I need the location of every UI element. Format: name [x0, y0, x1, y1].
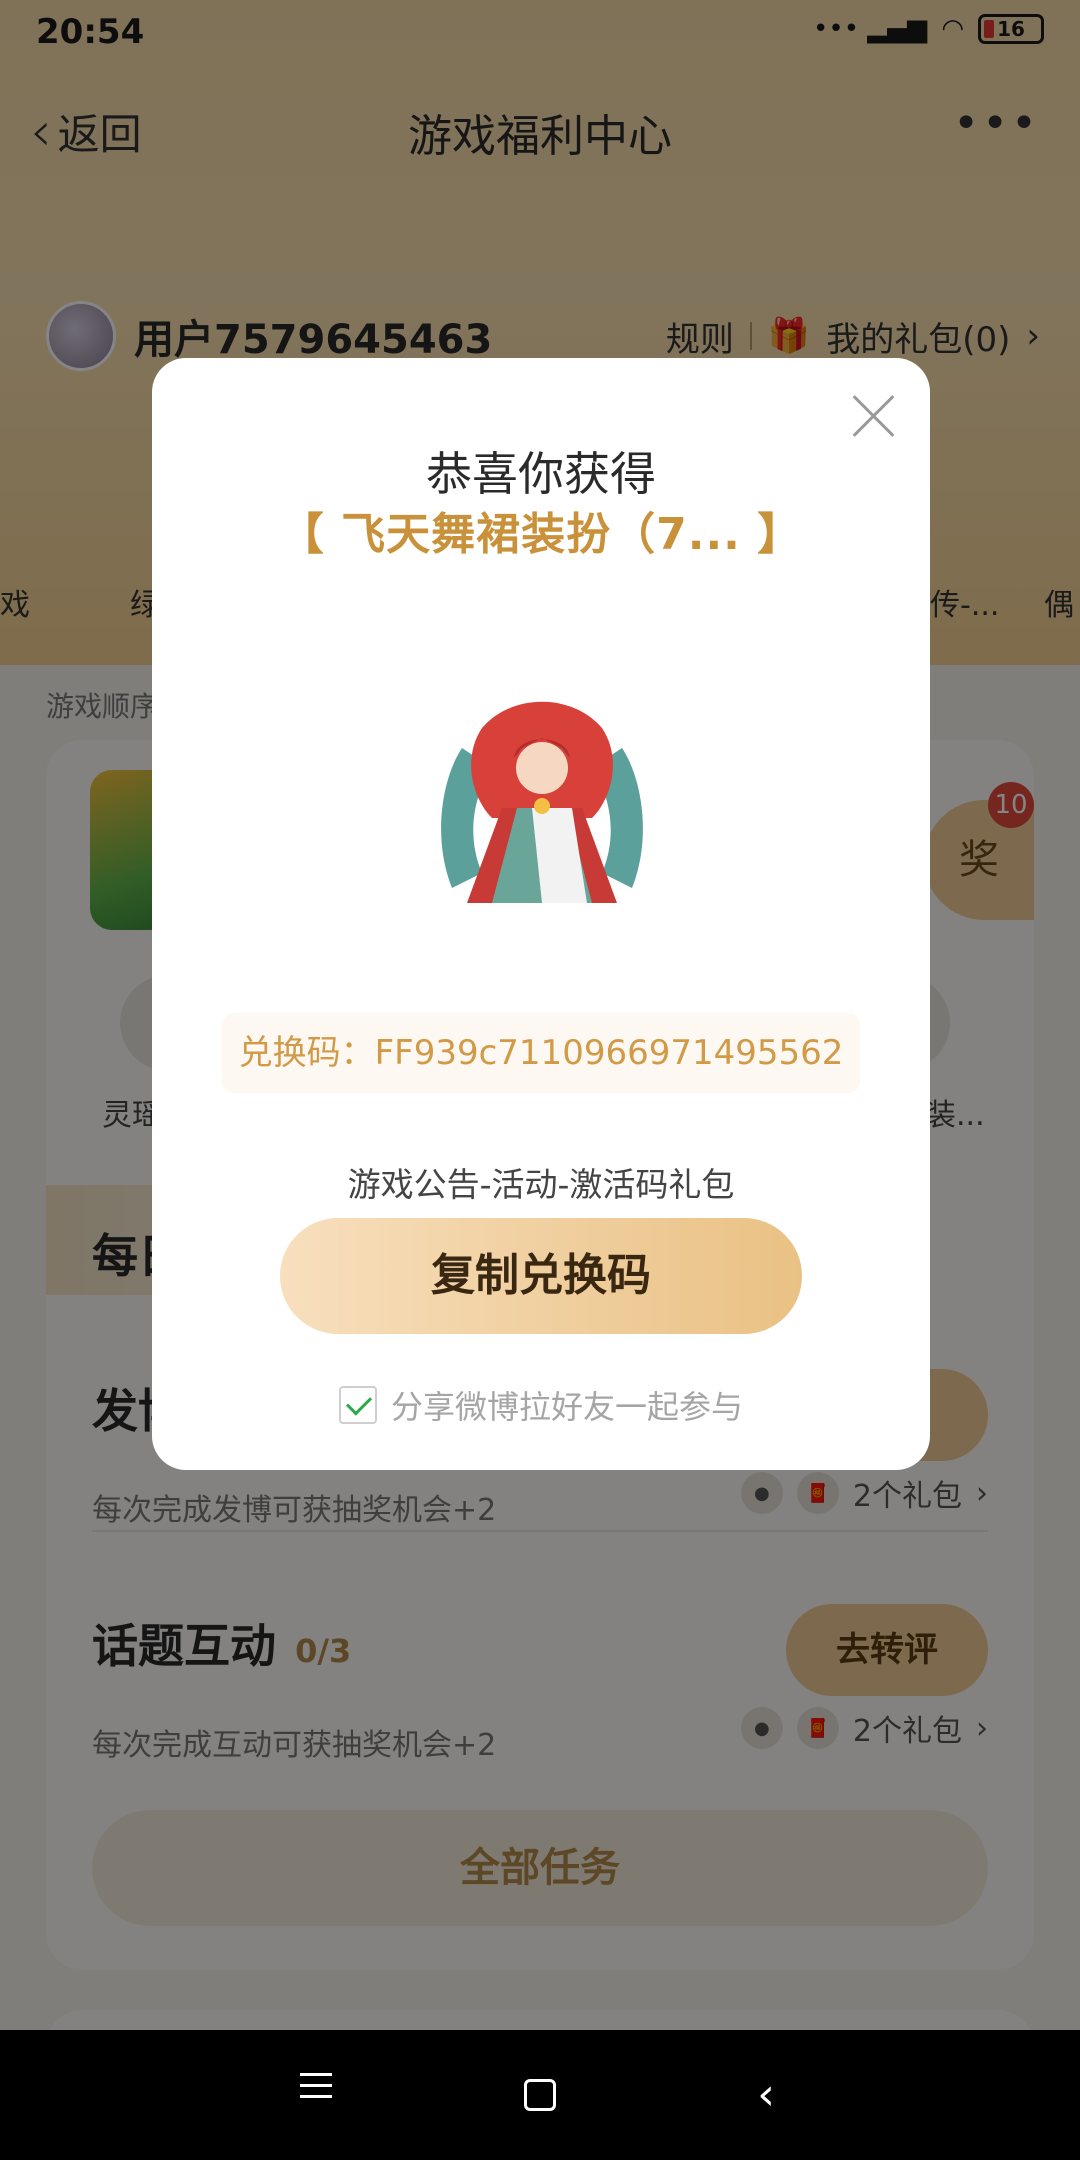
back-icon[interactable]: ‹	[736, 2065, 796, 2125]
prize-image	[441, 701, 643, 903]
close-icon[interactable]	[844, 386, 904, 446]
share-option[interactable]: 分享微博拉好友一起参与	[152, 1382, 930, 1428]
menu-icon[interactable]	[286, 2065, 346, 2125]
prize-name: 【 飞天舞裙装扮（7... 】	[279, 509, 803, 560]
share-checkbox[interactable]	[338, 1386, 377, 1424]
home-icon[interactable]	[510, 2065, 570, 2125]
gift-source: 游戏公告-活动-激活码礼包	[347, 1165, 735, 1204]
redeem-code: 兑换码：FF939c7110966971495562	[222, 1013, 860, 1093]
copy-code-button[interactable]: 复制兑换码	[280, 1218, 802, 1334]
modal-title: 恭喜你获得	[426, 447, 656, 501]
reward-modal: 恭喜你获得 【 飞天舞裙装扮（7... 】 兑换码：FF939c71109669…	[152, 358, 930, 1470]
system-nav-bar: ‹	[0, 2030, 1080, 2160]
share-label: 分享微博拉好友一起参与	[390, 1388, 743, 1426]
